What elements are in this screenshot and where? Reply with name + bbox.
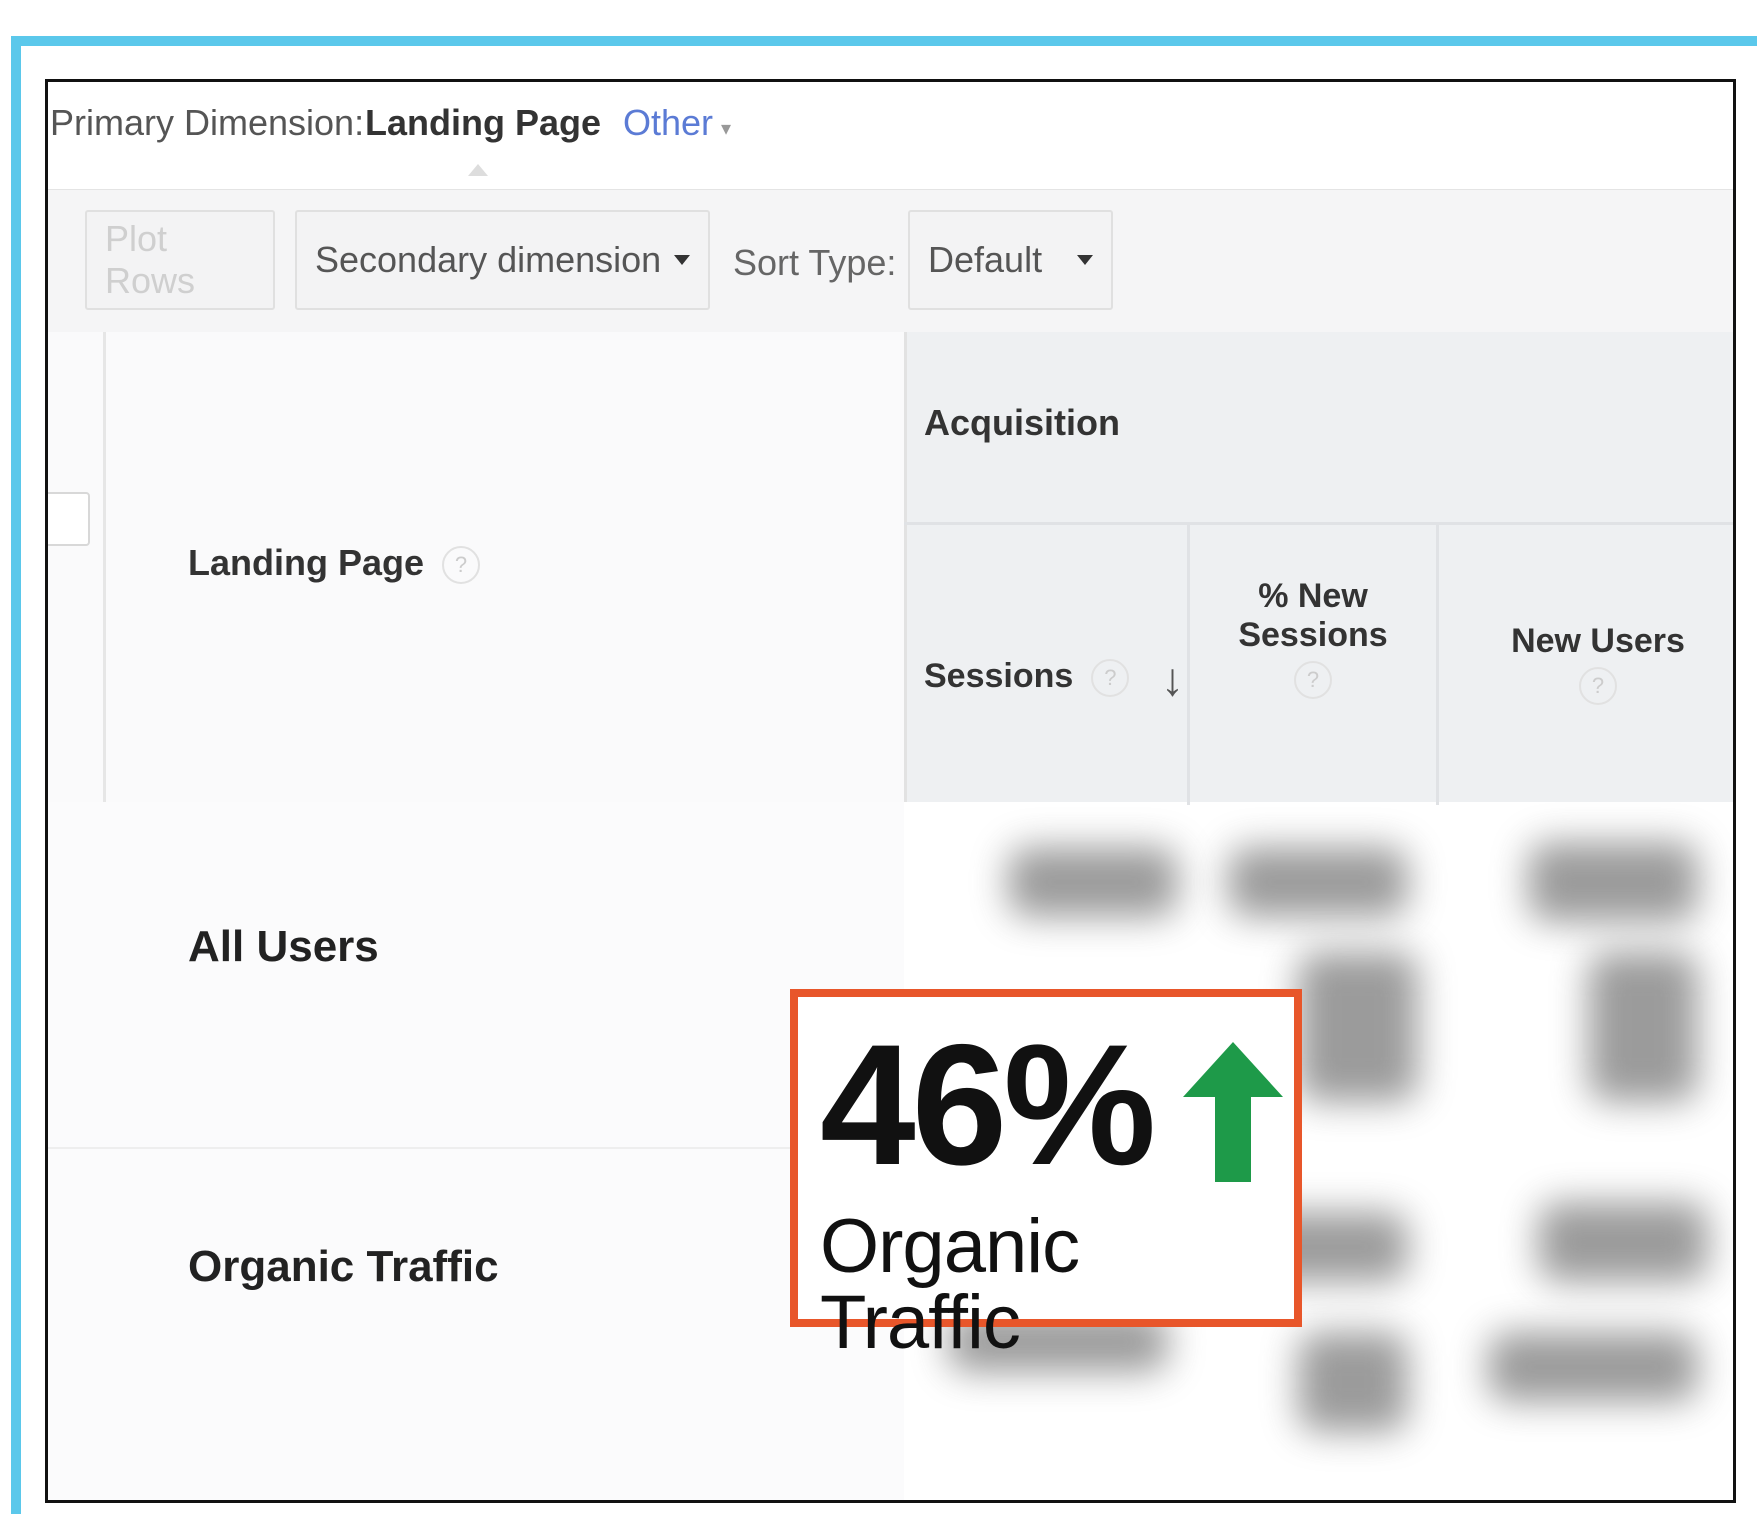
- secondary-dimension-dropdown[interactable]: Secondary dimension: [295, 210, 710, 310]
- new-users-column-header[interactable]: New Users?: [1458, 622, 1733, 705]
- redacted-value: [1008, 847, 1178, 917]
- redacted-value: [1228, 847, 1408, 917]
- row-organic-traffic[interactable]: Organic Traffic: [188, 1242, 499, 1292]
- redacted-value: [1528, 842, 1698, 922]
- redacted-value: [1488, 1332, 1698, 1402]
- other-label: Other: [623, 102, 714, 143]
- sort-type-dropdown[interactable]: Default: [908, 210, 1113, 310]
- new-sessions-header-label: % New Sessions: [1238, 577, 1388, 654]
- landing-page-header-label: Landing Page: [188, 542, 425, 583]
- column-divider: [1187, 525, 1190, 805]
- select-all-checkbox[interactable]: [48, 492, 90, 546]
- landing-page-column-header[interactable]: Landing Page?: [188, 542, 481, 585]
- secondary-dimension-label: Secondary dimension: [315, 239, 662, 280]
- help-icon[interactable]: ?: [442, 546, 481, 585]
- other-dimension-link[interactable]: Other ▾: [623, 102, 731, 144]
- new-sessions-column-header[interactable]: % New Sessions?: [1208, 577, 1418, 699]
- plot-rows-button[interactable]: Plot Rows: [85, 210, 275, 310]
- redacted-value: [1298, 1332, 1408, 1432]
- help-icon[interactable]: ?: [1091, 659, 1130, 698]
- dropdown-arrow-icon: [674, 255, 690, 265]
- sessions-column-header[interactable]: Sessions?: [924, 657, 1130, 698]
- primary-dimension-label: Primary Dimension:: [50, 102, 365, 143]
- sort-type-label: Sort Type:: [733, 242, 897, 283]
- help-icon[interactable]: ?: [1294, 661, 1332, 699]
- analytics-screenshot: Primary Dimension: Landing Page Other ▾ P…: [45, 79, 1736, 1503]
- primary-dimension-bar: Primary Dimension: Landing Page Other ▾: [48, 82, 1733, 189]
- row-all-users[interactable]: All Users: [188, 922, 379, 972]
- redacted-value: [1538, 1202, 1708, 1282]
- sort-descending-icon[interactable]: ↓: [1161, 652, 1184, 706]
- chevron-down-icon: ▾: [721, 118, 732, 140]
- header-divider: [904, 522, 1733, 525]
- plot-rows-label: Plot Rows: [105, 218, 196, 301]
- redacted-value: [1298, 952, 1418, 1102]
- sort-type-value: Default: [928, 239, 1043, 280]
- table-controls-bar: Plot Rows Secondary dimension Sort Type:…: [48, 189, 1733, 333]
- help-icon[interactable]: ?: [1579, 667, 1617, 705]
- callout-label: Organic Traffic: [820, 1204, 1080, 1365]
- organic-traffic-callout: 46% Organic Traffic: [790, 989, 1302, 1361]
- column-divider: [1436, 525, 1439, 805]
- up-arrow-icon: [1183, 1042, 1283, 1182]
- callout-percentage: 46%: [820, 1009, 1156, 1201]
- dropdown-arrow-icon: [1077, 255, 1093, 265]
- row-divider: [48, 1147, 904, 1149]
- redacted-value: [1588, 952, 1698, 1102]
- new-users-header-label: New Users: [1511, 622, 1685, 660]
- acquisition-group-header: Acquisition: [924, 402, 1120, 443]
- primary-dimension-landing-page[interactable]: Landing Page: [365, 102, 601, 144]
- sessions-header-label: Sessions: [924, 657, 1074, 695]
- table-body-dimension: [48, 802, 904, 1500]
- active-dimension-caret: [468, 164, 488, 176]
